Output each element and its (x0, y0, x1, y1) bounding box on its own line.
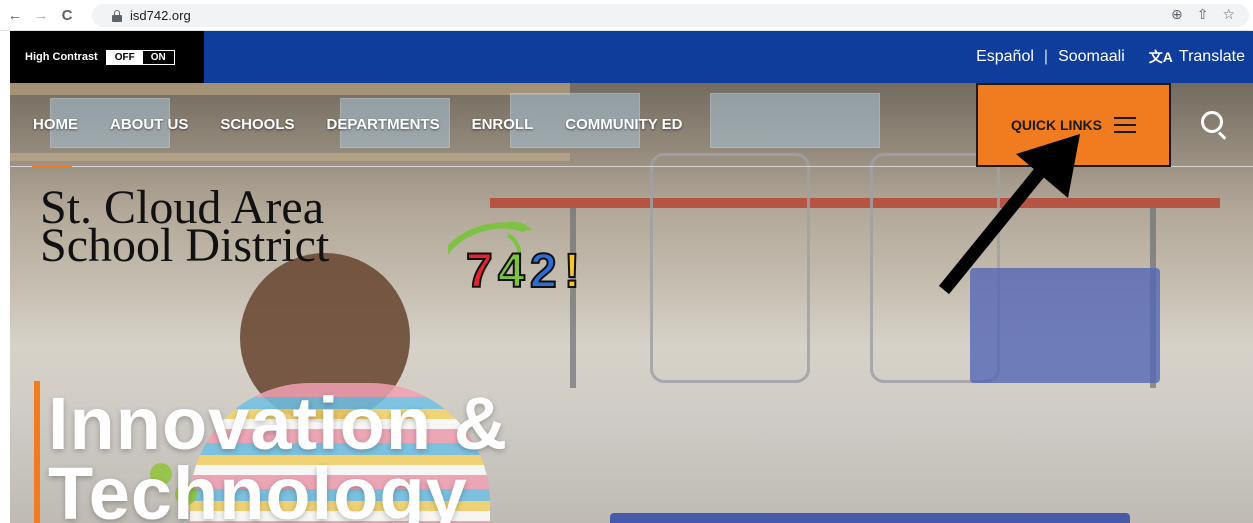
bookmark-star-icon[interactable]: ☆ (1222, 6, 1235, 23)
badge-digit-4: 4 (498, 245, 525, 298)
nav-departments[interactable]: DEPARTMENTS (327, 116, 440, 133)
search-button[interactable] (1197, 107, 1233, 143)
address-bar[interactable]: isd742.org ⊕ ⇧ ☆ (92, 4, 1249, 27)
search-icon (1201, 111, 1223, 133)
hero-headline-line-1: Innovation & (48, 382, 509, 465)
lock-icon[interactable] (112, 9, 122, 22)
badge-digit-2: 2 (530, 245, 557, 298)
high-contrast-toggle[interactable]: OFF ON (105, 49, 175, 65)
high-contrast-control: High Contrast OFF ON (10, 31, 204, 83)
utility-bar: High Contrast OFF ON Español | Soomaali … (10, 31, 1253, 83)
active-nav-indicator (32, 165, 72, 168)
back-icon[interactable]: ← (4, 4, 26, 26)
url-text[interactable]: isd742.org (130, 8, 191, 23)
nav-home[interactable]: HOME (33, 116, 78, 133)
translate-icon: 文A (1148, 49, 1173, 65)
reload-icon[interactable]: C (56, 4, 78, 26)
nav-community-ed[interactable]: COMMUNITY ED (565, 116, 682, 133)
logo-line-2: School District (40, 219, 330, 272)
share-icon[interactable]: ⇧ (1197, 6, 1209, 23)
headline-accent-bar (34, 381, 40, 523)
hamburger-menu-icon (1114, 117, 1136, 133)
nav-about-us[interactable]: ABOUT US (110, 116, 188, 133)
forward-icon[interactable]: → (30, 4, 52, 26)
badge-digit-7: 7 (466, 245, 493, 298)
lang-espanol-link[interactable]: Español (976, 48, 1034, 66)
lang-separator: | (1043, 48, 1049, 65)
translate-button[interactable]: 文A Translate (1149, 47, 1245, 67)
nav-schools[interactable]: SCHOOLS (220, 116, 294, 133)
toggle-on[interactable]: ON (142, 50, 174, 64)
translate-label: Translate (1178, 48, 1245, 65)
high-contrast-label: High Contrast (25, 51, 98, 63)
browser-toolbar: ← → C isd742.org ⊕ ⇧ ☆ (0, 0, 1253, 31)
logo-742-badge: 7 4 2 ! (448, 221, 581, 299)
hero-headline: Innovation & Technology (48, 382, 509, 523)
annotation-arrow-icon (938, 134, 1080, 295)
lang-soomaali-link[interactable]: Soomaali (1058, 48, 1125, 66)
toggle-off[interactable]: OFF (106, 50, 143, 64)
badge-exclaim: ! (564, 245, 580, 298)
nav-enroll[interactable]: ENROLL (472, 116, 534, 133)
district-logo[interactable]: St. Cloud Area School District 7 4 2 ! (40, 184, 581, 300)
zoom-icon[interactable]: ⊕ (1171, 6, 1183, 23)
hero-headline-line-2: Technology (48, 452, 468, 523)
language-links: Español | Soomaali 文A Translate (976, 31, 1245, 83)
